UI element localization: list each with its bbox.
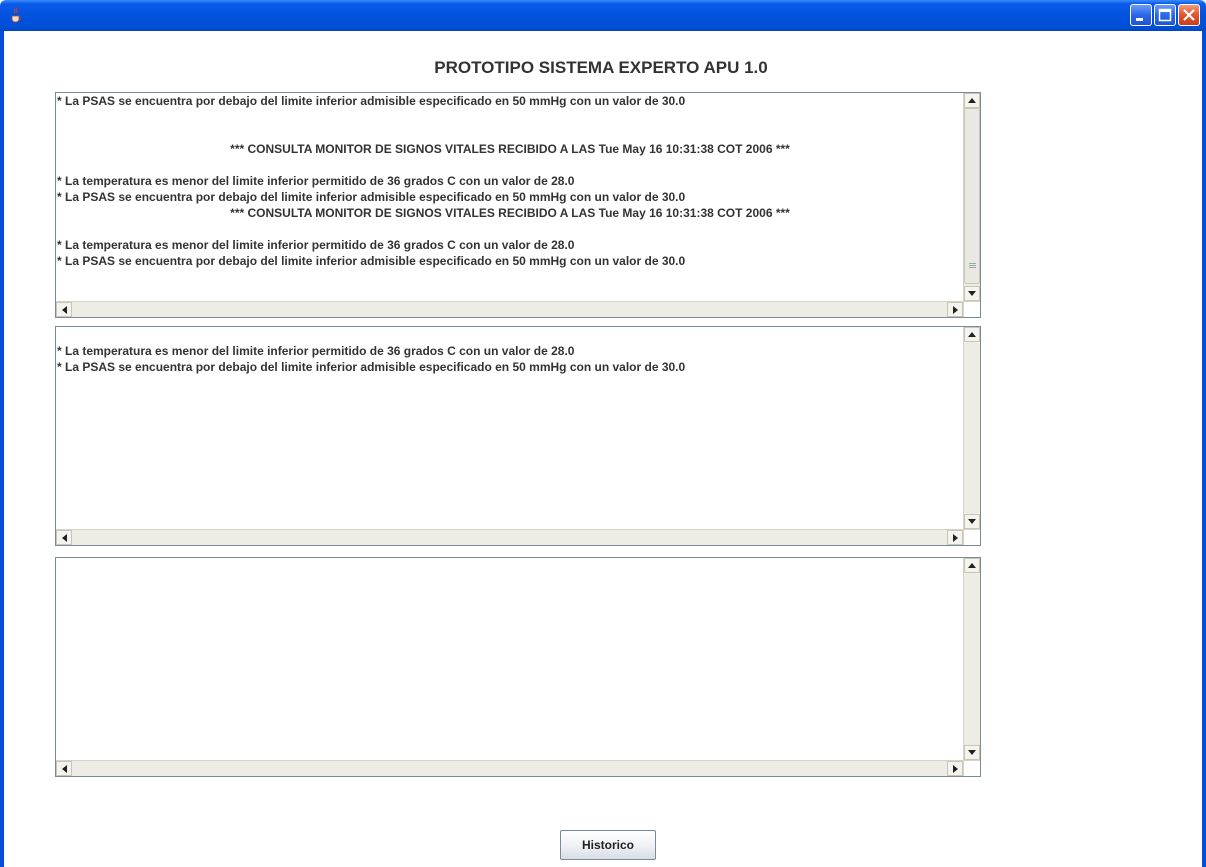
arrow-down-icon [968, 750, 976, 755]
scroll-right-button[interactable] [947, 761, 963, 776]
arrow-right-icon [952, 305, 958, 314]
log-line: * La PSAS se encuentra por debajo del li… [57, 190, 686, 204]
log-pane-2[interactable]: * La temperatura es menor del limite inf… [55, 326, 981, 546]
close-icon [1183, 9, 1195, 21]
log-line: * La temperatura es menor del limite inf… [57, 238, 575, 252]
arrow-up-icon [968, 98, 976, 103]
scrollbar-corner [963, 760, 980, 776]
log-line: * La PSAS se encuentra por debajo del li… [57, 94, 686, 108]
scroll-right-button[interactable] [947, 302, 963, 317]
log-pane-3[interactable] [55, 557, 981, 777]
vertical-scrollbar[interactable] [963, 558, 980, 760]
horizontal-scrollbar[interactable] [56, 301, 963, 317]
arrow-left-icon [61, 764, 67, 773]
scroll-left-button[interactable] [56, 302, 72, 317]
scroll-right-button[interactable] [947, 530, 963, 545]
scrollbar-corner [963, 301, 980, 317]
log-text-area-1[interactable]: * La PSAS se encuentra por debajo del li… [56, 93, 963, 301]
scroll-down-button[interactable] [964, 514, 980, 529]
log-line: *** CONSULTA MONITOR DE SIGNOS VITALES R… [230, 142, 790, 156]
scroll-left-button[interactable] [56, 761, 72, 776]
arrow-down-icon [968, 519, 976, 524]
window-content: PROTOTIPO SISTEMA EXPERTO APU 1.0 * La P… [4, 31, 1202, 867]
scroll-up-button[interactable] [964, 327, 980, 342]
scroll-down-button[interactable] [964, 286, 980, 301]
page-title: PROTOTIPO SISTEMA EXPERTO APU 1.0 [434, 58, 768, 77]
log-line: * La PSAS se encuentra por debajo del li… [57, 254, 686, 268]
close-button[interactable] [1178, 4, 1200, 26]
java-cup-icon[interactable] [8, 7, 24, 23]
log-text-area-2[interactable]: * La temperatura es menor del limite inf… [56, 327, 963, 529]
scroll-up-button[interactable] [964, 93, 980, 108]
window-frame-right [1202, 31, 1206, 867]
log-line: * La temperatura es menor del limite inf… [57, 174, 575, 188]
log-line: * La temperatura es menor del limite inf… [57, 344, 575, 358]
maximize-button[interactable] [1154, 4, 1176, 26]
log-line: *** CONSULTA MONITOR DE SIGNOS VITALES R… [230, 206, 790, 220]
log-text-area-3[interactable] [56, 558, 963, 760]
scroll-up-button[interactable] [964, 558, 980, 573]
maximize-icon [1158, 8, 1172, 22]
minimize-button[interactable] [1130, 4, 1152, 26]
title-bar[interactable] [0, 0, 1206, 31]
minimize-icon [1136, 18, 1143, 21]
horizontal-scrollbar[interactable] [56, 760, 963, 776]
arrow-right-icon [952, 764, 958, 773]
historico-button[interactable]: Historico [560, 830, 656, 860]
arrow-left-icon [61, 305, 67, 314]
vertical-scrollbar[interactable] [963, 327, 980, 529]
arrow-down-icon [968, 291, 976, 296]
scroll-down-button[interactable] [964, 745, 980, 760]
vertical-scrollbar[interactable] [963, 93, 980, 301]
horizontal-scrollbar[interactable] [56, 529, 963, 545]
arrow-left-icon [61, 533, 67, 542]
scroll-left-button[interactable] [56, 530, 72, 545]
arrow-up-icon [968, 563, 976, 568]
arrow-right-icon [952, 533, 958, 542]
log-pane-1[interactable]: * La PSAS se encuentra por debajo del li… [55, 92, 981, 318]
log-line: * La PSAS se encuentra por debajo del li… [57, 360, 686, 374]
scrollbar-corner [963, 529, 980, 545]
scroll-thumb[interactable] [964, 108, 980, 284]
arrow-up-icon [968, 332, 976, 337]
